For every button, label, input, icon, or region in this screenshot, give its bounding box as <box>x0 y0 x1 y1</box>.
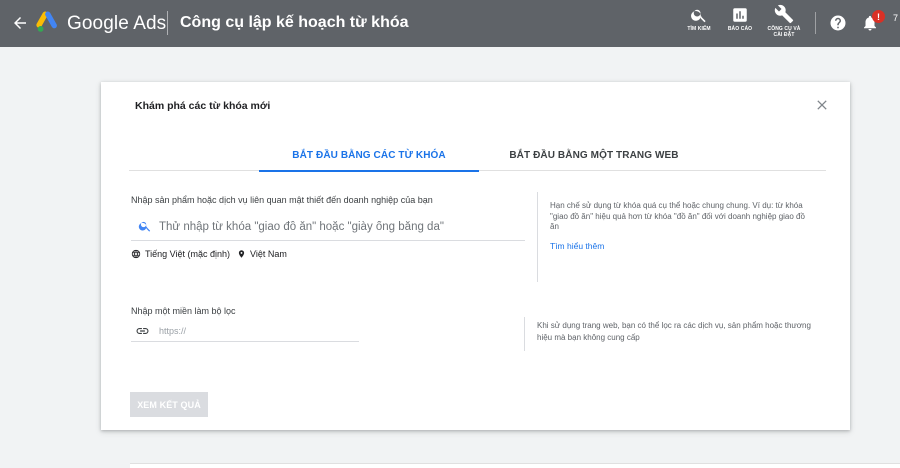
tab-start-with-website[interactable]: BẮT ĐẦU BẰNG MỘT TRANG WEB <box>494 140 694 171</box>
tools-settings-button[interactable]: CÔNG CỤ VÀ CÀI ĐẶT <box>764 4 804 38</box>
title-divider <box>167 11 168 35</box>
keyword-tip-text: Hạn chế sử dụng từ khóa quá cụ thể hoặc … <box>550 201 805 231</box>
keyword-tip-panel: Hạn chế sử dụng từ khóa quá cụ thể hoặc … <box>537 192 813 282</box>
search-tool-button[interactable]: TÌM KIẾM <box>683 6 715 32</box>
notification-badge: ! <box>872 10 885 23</box>
start-mode-tabs: BẮT ĐẦU BẰNG CÁC TỪ KHÓA BẮT ĐẦU BẰNG MỘ… <box>129 140 826 172</box>
reports-tool-label: BÁO CÁO <box>727 26 753 32</box>
tab-start-with-keywords[interactable]: BẮT ĐẦU BẰNG CÁC TỪ KHÓA <box>259 140 479 172</box>
url-input[interactable] <box>159 322 354 340</box>
language-selector[interactable]: Tiếng Việt (mặc định) <box>145 249 230 259</box>
wrench-icon <box>774 4 794 24</box>
location-selector[interactable]: Việt Nam <box>250 249 287 259</box>
dialog-title: Khám phá các từ khóa mới <box>135 100 271 112</box>
page-title: Công cụ lập kế hoạch từ khóa <box>180 14 409 31</box>
back-arrow-icon[interactable] <box>8 11 32 35</box>
brand-name: Google Ads <box>67 13 167 34</box>
globe-icon <box>131 249 141 259</box>
search-icon <box>138 221 151 232</box>
keyword-input[interactable] <box>159 216 519 238</box>
learn-more-link[interactable]: Tìm hiểu thêm <box>550 241 604 251</box>
domain-filter-label: Nhập một miền làm bộ lọc <box>131 306 236 316</box>
tab-keywords-label: BẮT ĐẦU BẰNG CÁC TỪ KHÓA <box>292 150 446 161</box>
reports-icon <box>733 8 747 22</box>
top-app-bar: Google Ads Công cụ lập kế hoạch từ khóa … <box>0 0 900 47</box>
url-input-row <box>131 320 359 342</box>
products-label: Nhập sản phẩm hoặc dịch vụ liên quan mật… <box>131 195 433 205</box>
link-icon <box>136 328 149 334</box>
search-tool-label: TÌM KIẾM <box>687 26 711 32</box>
website-tip-panel: Khi sử dụng trang web, bạn có thể lọc ra… <box>524 317 814 351</box>
location-pin-icon <box>238 250 245 258</box>
google-ads-logo[interactable] <box>36 11 60 35</box>
active-tab-indicator <box>259 170 479 172</box>
toolbar-divider <box>815 12 816 34</box>
tab-website-label: BẮT ĐẦU BẰNG MỘT TRANG WEB <box>509 150 679 161</box>
tools-label-line2: CÀI ĐẶT <box>773 32 795 38</box>
close-icon[interactable] <box>814 97 830 113</box>
next-card-edge <box>130 463 900 468</box>
view-results-button[interactable]: XEM KẾT QUẢ <box>130 392 208 417</box>
help-icon[interactable] <box>829 14 847 32</box>
keyword-discovery-dialog: Khám phá các từ khóa mới BẮT ĐẦU BẰNG CÁ… <box>101 82 850 430</box>
language-location-row: Tiếng Việt (mặc định) Việt Nam <box>131 247 287 261</box>
search-icon <box>691 9 706 23</box>
website-tip-text: Khi sử dụng trang web, bạn có thể lọc ra… <box>537 321 811 342</box>
reports-tool-button[interactable]: BÁO CÁO <box>725 6 755 32</box>
keyword-input-row <box>131 214 525 241</box>
account-indicator[interactable]: 7 <box>893 13 898 23</box>
